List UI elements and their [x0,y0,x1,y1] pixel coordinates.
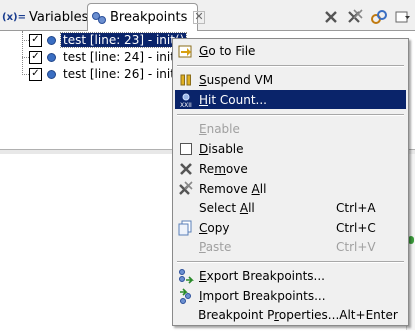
breakpoint-label: test [line: 23] - init() [59,32,188,48]
menu-item-export-breakpoints[interactable]: Export Breakpoints... [175,266,406,285]
shortcut-label: Ctrl+V [336,239,376,254]
tree-row[interactable]: ✓ test [line: 26] - init [29,65,177,83]
menu-item-remove[interactable]: Remove [175,159,406,178]
shortcut-label: Ctrl+A [336,200,376,215]
hit-count-icon: XXII [177,91,195,109]
tab-variables-label: Variables [28,9,89,25]
import-icon [177,287,195,305]
context-menu: Go to File Suspend VM XXII Hit Count... … [172,38,409,326]
copy-icon [177,219,195,237]
menu-separator [177,114,404,116]
menu-item-remove-all[interactable]: Remove All [175,179,406,198]
breakpoint-label: test [line: 26] - init [63,67,175,81]
remove-all-icon[interactable] [345,8,365,26]
tree-connector [22,31,23,75]
enabled-checkbox[interactable]: ✓ [29,67,42,81]
close-tab-icon[interactable]: ✕ [193,11,205,24]
menu-item-breakpoint-properties[interactable]: Breakpoint Properties... Alt+Enter [175,305,406,324]
svg-text:XXII: XXII [180,102,192,108]
checkbox-empty-icon [177,140,195,158]
breakpoint-icon [47,69,56,79]
view-tab-bar: (x)= Variables Breakpoints ✕ [0,0,415,31]
menu-separator [177,261,404,263]
menu-item-suspend-vm[interactable]: Suspend VM [175,70,406,89]
remove-icon [177,160,195,178]
breakpoint-icon [47,35,56,45]
breakpoint-label: test [line: 24] - init [63,50,175,64]
enabled-checkbox[interactable]: ✓ [29,50,42,64]
enabled-checkbox[interactable]: ✓ [29,33,42,47]
menu-item-disable[interactable]: Disable [175,139,406,158]
tree-connector [22,74,29,75]
menu-item-select-all[interactable]: Select All Ctrl+A [175,198,406,217]
menu-item-copy[interactable]: Copy Ctrl+C [175,218,406,237]
tree-row[interactable]: ✓ test [line: 24] - init [29,48,177,66]
variables-icon: (x)= [2,11,26,23]
menu-item-go-to-file[interactable]: Go to File [175,41,406,60]
remove-all-icon [177,180,195,198]
tree-connector [22,40,29,41]
export-icon [177,267,195,285]
view-toolbar [321,8,413,26]
breakpoint-icon [47,52,56,62]
tree-row[interactable]: ✓ test [line: 23] - init() [29,31,188,49]
suspend-vm-icon [177,71,195,89]
menu-icon[interactable] [393,8,413,26]
shortcut-label: Alt+Enter [339,307,398,322]
shortcut-label: Ctrl+C [336,220,376,235]
menu-separator [177,65,404,67]
menu-item-enable[interactable]: Enable [175,119,406,138]
menu-item-hit-count[interactable]: XXII Hit Count... [175,90,406,109]
go-to-file-icon [177,42,195,60]
link-icon[interactable] [369,8,389,26]
tree-connector [22,57,29,58]
menu-item-import-breakpoints[interactable]: Import Breakpoints... [175,286,406,305]
tab-breakpoints-label: Breakpoints [110,10,188,25]
breakpoints-icon [91,10,107,26]
menu-item-paste[interactable]: Paste Ctrl+V [175,237,406,256]
remove-icon[interactable] [321,8,341,26]
tab-breakpoints[interactable]: Breakpoints ✕ [87,3,205,31]
tab-variables[interactable]: (x)= Variables [2,3,88,31]
